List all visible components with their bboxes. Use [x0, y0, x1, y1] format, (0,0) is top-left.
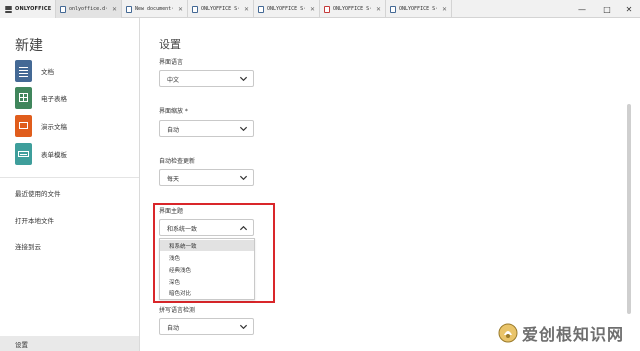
close-icon[interactable]: ✕ [442, 6, 451, 13]
document-icon [15, 60, 32, 82]
create-document-item[interactable]: 文档 [15, 60, 54, 82]
interface-scale-select[interactable]: 自动 [159, 120, 254, 137]
tab-label: ONLYOFFICE S··· [333, 6, 373, 12]
document-icon [126, 5, 132, 13]
pdf-icon [324, 5, 330, 13]
spell-check-value: 自动 [167, 325, 180, 332]
document-tab[interactable]: onlyoffice.d··· ✕ [56, 0, 122, 18]
maximize-icon: □ [603, 4, 611, 14]
theme-option[interactable]: 浅色 [160, 252, 254, 263]
watermark-text: 爱创根知识网 [522, 325, 625, 344]
title-bar: ONLYOFFICE onlyoffice.d··· ✕ New documen… [0, 0, 640, 18]
close-window-button[interactable]: ✕ [622, 2, 636, 16]
document-icon [192, 5, 198, 13]
nav-open-local-file[interactable]: 打开本地文件 [15, 215, 54, 225]
create-form-template-item[interactable]: 表单模板 [15, 143, 67, 165]
theme-option[interactable]: 深色 [160, 276, 254, 287]
interface-language-value: 中文 [167, 77, 180, 84]
create-spreadsheet-label: 电子表格 [41, 95, 67, 103]
auto-check-updates-label: 自动检查更新 [159, 158, 196, 165]
create-form-template-label: 表单模板 [41, 151, 67, 159]
interface-theme-value: 和系统一致 [167, 226, 198, 233]
interface-theme-select[interactable]: 和系统一致 [159, 219, 254, 236]
create-document-label: 文档 [41, 68, 54, 76]
document-tab[interactable]: ONLYOFFICE S··· ✕ [254, 0, 320, 18]
chevron-up-icon [239, 225, 248, 231]
maximize-button[interactable]: □ [600, 2, 614, 16]
interface-theme-label: 界面主题 [159, 208, 184, 215]
onlyoffice-logo-icon [5, 5, 12, 13]
chevron-down-icon [239, 126, 248, 132]
watermark-logo-icon [498, 323, 518, 343]
close-icon: ✕ [625, 4, 633, 14]
create-presentation-item[interactable]: 演示文稿 [15, 115, 67, 137]
tab-label: ONLYOFFICE S··· [267, 6, 307, 12]
spell-check-select[interactable]: 自动 [159, 318, 254, 335]
interface-scale-value: 自动 [167, 127, 180, 134]
form-template-icon [15, 143, 32, 165]
nav-recent-files[interactable]: 最近使用的文件 [15, 188, 61, 198]
spell-check-label: 拼写语言检测 [159, 307, 196, 314]
sidebar: 新建 文档 电子表格 演示文稿 表单模板 最近使用的文件 打开本地文件 连接到云… [0, 18, 140, 351]
tab-label: onlyoffice.d··· [69, 6, 109, 12]
spreadsheet-icon [15, 87, 32, 109]
document-icon [258, 5, 264, 13]
interface-language-select[interactable]: 中文 [159, 70, 254, 87]
interface-scale-label: 界面缩放 * [159, 108, 188, 115]
close-icon[interactable]: ✕ [178, 6, 187, 13]
document-tab[interactable]: ONLYOFFICE S··· ✕ [188, 0, 254, 18]
minimize-icon: — [578, 4, 586, 14]
pdf-tab[interactable]: ONLYOFFICE S··· ✕ [320, 0, 386, 18]
app-name: ONLYOFFICE [15, 6, 52, 12]
page-title: 设置 [159, 38, 181, 51]
tab-label: ONLYOFFICE S··· [399, 6, 439, 12]
close-icon[interactable]: ✕ [244, 6, 253, 13]
close-icon[interactable]: ✕ [376, 6, 385, 13]
theme-option[interactable]: 暗色对比 [160, 287, 254, 298]
create-presentation-label: 演示文稿 [41, 123, 67, 131]
watermark: 爱创根知识网 [498, 318, 640, 348]
chevron-down-icon [239, 76, 248, 82]
vertical-scrollbar[interactable] [623, 18, 640, 351]
nav-settings-label: 设置 [15, 341, 28, 349]
document-icon [60, 5, 66, 13]
create-spreadsheet-item[interactable]: 电子表格 [15, 87, 67, 109]
theme-option[interactable]: 经典浅色 [160, 264, 254, 275]
theme-dropdown-menu: 和系统一致 浅色 经典浅色 深色 暗色对比 [159, 238, 255, 300]
close-icon[interactable]: ✕ [310, 6, 319, 13]
document-tab[interactable]: ONLYOFFICE S··· ✕ [386, 0, 452, 18]
document-tab[interactable]: New document··· ✕ [122, 0, 188, 18]
auto-check-updates-value: 每天 [167, 176, 180, 183]
app-home-tab[interactable]: ONLYOFFICE [0, 0, 56, 18]
presentation-icon [15, 115, 32, 137]
nav-connect-to-cloud[interactable]: 连接到云 [15, 241, 41, 251]
divider [0, 177, 139, 178]
chevron-down-icon [239, 175, 248, 181]
scrollbar-thumb[interactable] [627, 104, 631, 314]
close-icon[interactable]: ✕ [112, 6, 121, 13]
theme-option[interactable]: 和系统一致 [160, 240, 254, 251]
auto-check-updates-select[interactable]: 每天 [159, 169, 254, 186]
new-section-title: 新建 [15, 38, 43, 54]
minimize-button[interactable]: — [575, 2, 589, 16]
document-icon [390, 5, 396, 13]
chevron-down-icon [239, 324, 248, 330]
tab-label: New document··· [135, 6, 175, 12]
interface-language-label: 界面语言 [159, 59, 184, 66]
nav-settings[interactable]: 设置 [0, 336, 139, 351]
tab-label: ONLYOFFICE S··· [201, 6, 241, 12]
